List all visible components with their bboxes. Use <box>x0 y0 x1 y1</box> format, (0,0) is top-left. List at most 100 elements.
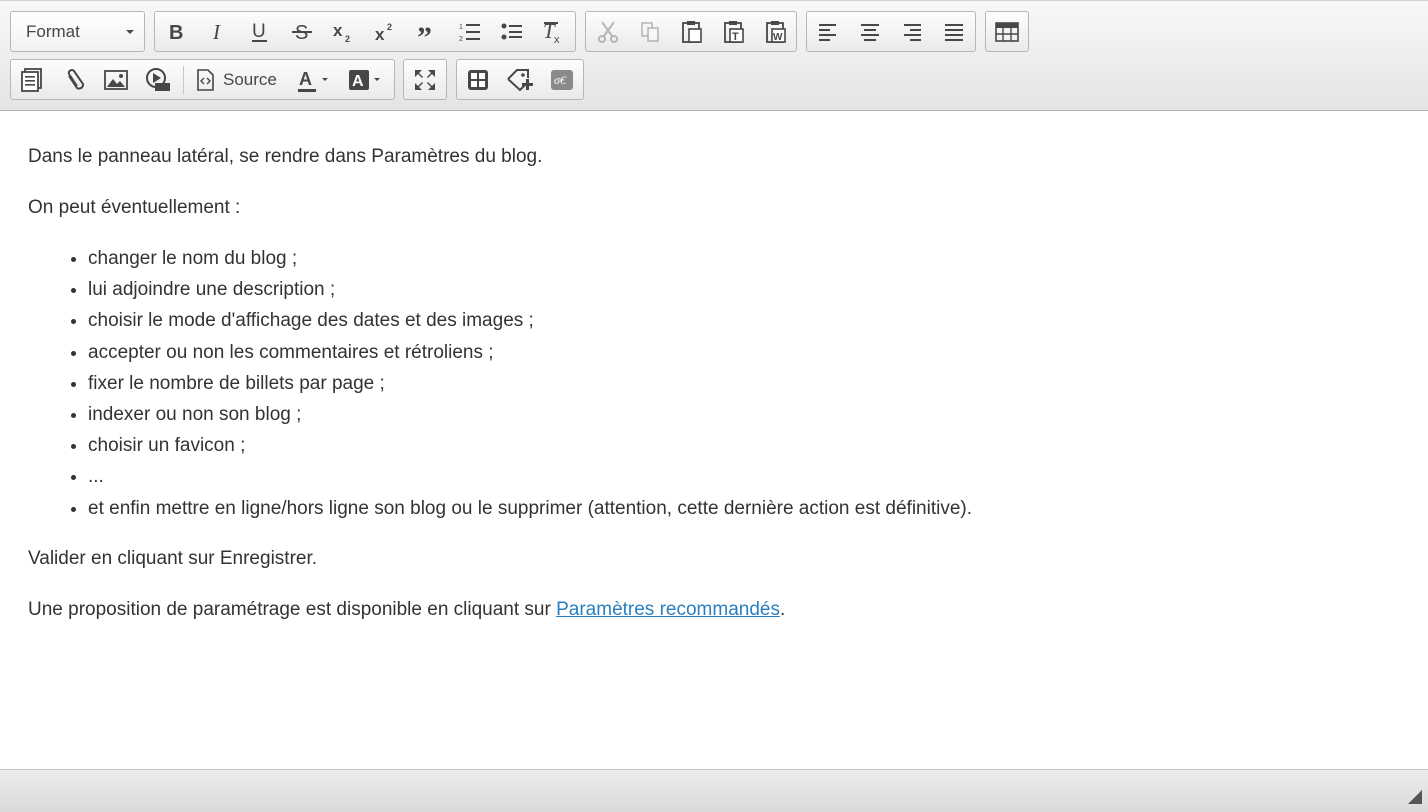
show-blocks-icon <box>468 70 488 90</box>
text-color-button[interactable]: A <box>295 65 335 95</box>
recommendation-text: Une proposition de paramétrage est dispo… <box>28 599 557 620</box>
underline-icon: U <box>252 21 267 42</box>
table-icon <box>995 22 1019 42</box>
text-color-icon: A <box>298 69 328 92</box>
editor-status-bar <box>0 769 1428 812</box>
align-right-icon <box>904 24 921 41</box>
recommendation-period: . <box>779 599 786 620</box>
paste-icon <box>682 21 702 43</box>
background-color-icon: A <box>349 70 380 90</box>
bold-icon: B <box>169 22 183 42</box>
justify-button[interactable] <box>938 17 970 47</box>
align-center-icon <box>861 24 879 41</box>
source-icon <box>197 69 214 91</box>
anchor-button[interactable] <box>504 65 536 95</box>
table-button[interactable] <box>991 17 1023 47</box>
editor-content-area[interactable]: Dans le panneau latéral, se rendre dans … <box>0 112 1428 769</box>
show-blocks-button[interactable] <box>462 65 494 95</box>
options-list: changer le nom du blog ; lui adjoindre u… <box>28 243 972 524</box>
list-item: choisir le mode d'affichage des dates et… <box>88 305 972 336</box>
embed-media-button[interactable] <box>142 65 174 95</box>
format-dropdown[interactable]: Format <box>10 11 145 52</box>
clipboard-group: T W <box>585 11 797 52</box>
recommended-settings-link[interactable]: Paramètres recommandés <box>556 599 780 620</box>
svg-text:1: 1 <box>459 24 463 31</box>
list-item: choisir un favicon ; <box>88 430 972 461</box>
superscript-icon: x2 <box>375 22 392 43</box>
tools-group <box>403 59 447 100</box>
blockquote-icon: ” <box>417 21 432 43</box>
cut-icon <box>598 21 618 43</box>
bold-button[interactable]: B <box>160 17 192 47</box>
svg-text:A: A <box>352 73 364 90</box>
paragraph-intro: Dans le panneau latéral, se rendre dans … <box>28 146 543 167</box>
superscript-button[interactable]: x2 <box>370 17 402 47</box>
copy-icon <box>641 22 659 42</box>
svg-text:T: T <box>732 31 739 43</box>
svg-text:σ€: σ€ <box>554 73 567 87</box>
svg-text:x: x <box>333 21 343 40</box>
insert-group: Source A A <box>10 59 395 100</box>
svg-text:”: ” <box>417 21 432 43</box>
italic-icon: I <box>212 22 221 42</box>
templates-icon <box>21 68 42 92</box>
svg-text:A: A <box>299 69 312 89</box>
paste-text-button[interactable]: T <box>718 17 750 47</box>
svg-text:B: B <box>169 22 183 42</box>
svg-text:x: x <box>554 34 560 44</box>
svg-text:W: W <box>773 32 783 43</box>
templates-button[interactable] <box>16 65 48 95</box>
special-character-icon: σ€ <box>551 70 573 90</box>
link-icon <box>67 69 85 90</box>
justify-icon <box>945 24 963 41</box>
list-item: accepter ou non les commentaires et rétr… <box>88 337 972 368</box>
maximize-icon <box>415 70 435 90</box>
align-left-icon <box>819 24 836 41</box>
extras-group: σ€ <box>456 59 584 100</box>
list-item: changer le nom du blog ; <box>88 243 972 274</box>
list-item: fixer le nombre de billets par page ; <box>88 368 972 399</box>
align-center-button[interactable] <box>854 17 886 47</box>
subscript-icon: x2 <box>333 21 350 43</box>
editor-toolbar: Format B I U S x2 x2 ” 1 2 T x T W Sourc… <box>0 1 1428 111</box>
numbered-list-button[interactable]: 12 <box>454 17 486 47</box>
subscript-button[interactable]: x2 <box>328 17 360 47</box>
numbered-list-icon: 12 <box>459 24 480 43</box>
svg-text:I: I <box>212 22 221 42</box>
maximize-button[interactable] <box>409 65 441 95</box>
list-item: lui adjoindre une description ; <box>88 274 972 305</box>
source-button[interactable]: Source <box>192 65 282 95</box>
svg-text:2: 2 <box>387 22 392 32</box>
paste-button[interactable] <box>676 17 708 47</box>
paste-word-button[interactable]: W <box>760 17 792 47</box>
align-left-button[interactable] <box>812 17 844 47</box>
background-color-button[interactable]: A <box>346 65 386 95</box>
table-group <box>985 11 1029 52</box>
bulleted-list-icon <box>501 23 522 40</box>
strikethrough-button[interactable]: S <box>286 17 318 47</box>
underline-button[interactable]: U <box>244 17 276 47</box>
remove-format-button[interactable]: Tx <box>538 17 570 47</box>
image-icon <box>104 70 128 90</box>
italic-button[interactable]: I <box>202 17 234 47</box>
special-character-button[interactable]: σ€ <box>546 65 578 95</box>
rich-text-editor: Format B I U S x2 x2 ” 1 2 T x T W Sourc… <box>0 0 1428 812</box>
svg-text:x: x <box>375 25 385 43</box>
image-button[interactable] <box>100 65 132 95</box>
alignment-group <box>806 11 976 52</box>
chevron-down-icon <box>126 30 134 34</box>
paste-word-icon: W <box>766 21 786 43</box>
bulleted-list-button[interactable] <box>496 17 528 47</box>
anchor-icon <box>507 69 533 92</box>
source-button-label: Source <box>223 70 277 89</box>
list-item: ... <box>88 461 972 492</box>
svg-text:U: U <box>252 21 266 42</box>
align-right-button[interactable] <box>896 17 928 47</box>
svg-text:2: 2 <box>459 36 463 43</box>
blockquote-button[interactable]: ” <box>412 17 444 47</box>
strikethrough-icon: S <box>292 22 312 43</box>
resize-handle-icon[interactable] <box>1408 790 1422 804</box>
copy-button[interactable] <box>634 17 666 47</box>
cut-button[interactable] <box>592 17 624 47</box>
link-button[interactable] <box>58 65 90 95</box>
